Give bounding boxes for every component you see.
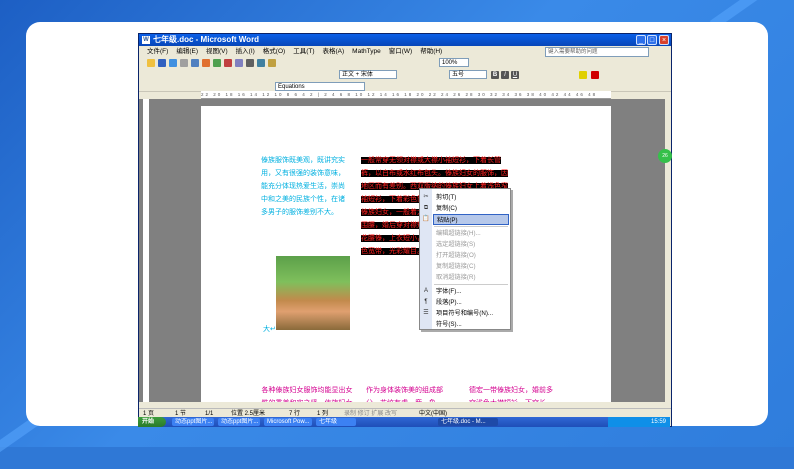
word-app-icon: W xyxy=(142,36,150,44)
vertical-scrollbar[interactable] xyxy=(665,99,671,402)
menu-item[interactable]: 插入(I) xyxy=(236,46,255,57)
menu-item[interactable]: 视图(V) xyxy=(206,46,228,57)
copy-icon: ⧉ xyxy=(423,205,429,211)
font-color-icon[interactable] xyxy=(591,71,599,79)
menu-item[interactable]: 文件(F) xyxy=(147,46,168,57)
menu-item[interactable]: MathType xyxy=(352,46,381,57)
email-icon[interactable] xyxy=(191,59,199,67)
taskbar-item[interactable]: 动态ppt图片... xyxy=(172,418,214,426)
spelling-icon[interactable] xyxy=(224,59,232,67)
context-menu-item[interactable]: 粘贴(P) xyxy=(433,214,509,225)
context-menu-item[interactable]: 选定超链接(S) xyxy=(436,239,510,250)
context-menu-item[interactable]: 复制超链接(C) xyxy=(436,261,510,272)
taskbar: 开始 动态ppt图片... 动态ppt图片... Microsoft Pow..… xyxy=(138,417,670,427)
close-button[interactable]: × xyxy=(659,35,669,45)
system-tray: 15:59 xyxy=(608,417,670,427)
taskbar-item[interactable]: 七年级 xyxy=(316,418,356,426)
context-menu-item[interactable]: 打开超链接(O) xyxy=(436,250,510,261)
save-icon[interactable] xyxy=(169,59,177,67)
bullets-icon: ☰ xyxy=(423,310,429,316)
context-menu-item[interactable]: 符号(S)... xyxy=(436,319,510,330)
paste-icon[interactable] xyxy=(268,59,276,67)
menu-item[interactable]: 窗口(W) xyxy=(389,46,412,57)
print-icon[interactable] xyxy=(202,59,210,67)
equations-select[interactable]: Equations xyxy=(275,82,365,91)
cut-icon: ✂ xyxy=(423,194,429,200)
context-menu: ✂ 剪切(T) ⧉ 复制(C) 📋 粘贴(P) 编辑超链接(H)... 选定超链接(S) 打开超… xyxy=(419,188,511,330)
cut-icon[interactable] xyxy=(246,59,254,67)
minimize-button[interactable]: _ xyxy=(636,35,646,45)
text-column-1[interactable]: 傣族服饰既美观，既讲究实用，又有很强的装饰意味，能充分体现热爱生活，崇尚中和之美… xyxy=(261,154,351,244)
context-menu-item[interactable]: 复制(C) xyxy=(436,203,510,214)
menu-item[interactable]: 编辑(E) xyxy=(176,46,198,57)
menu-item[interactable]: 表格(A) xyxy=(323,46,345,57)
menu-item[interactable]: 帮助(H) xyxy=(420,46,442,57)
style-select[interactable]: 正文 + 宋体 xyxy=(339,70,397,79)
bold-button[interactable]: B xyxy=(491,71,499,79)
print-preview-icon[interactable] xyxy=(213,59,221,67)
copy-icon[interactable] xyxy=(257,59,265,67)
taskbar-item[interactable]: 动态ppt图片... xyxy=(218,418,260,426)
document-page[interactable]: 傣族服饰既美观，既讲究实用，又有很强的装饰意味，能充分体现热爱生活，崇尚中和之美… xyxy=(201,106,611,426)
help-search-input[interactable]: 键入需要帮助的问题 xyxy=(545,47,649,57)
maximize-button[interactable]: □ xyxy=(647,35,657,45)
window-title: 七年级.doc - Microsoft Word xyxy=(153,35,260,44)
context-menu-item[interactable]: 项目符号和编号(N)... xyxy=(436,308,510,319)
italic-button[interactable]: I xyxy=(501,71,509,79)
vertical-ruler xyxy=(143,99,149,402)
taskbar-active-item[interactable]: 七年级.doc - M... xyxy=(438,418,498,426)
paragraph-mark: 大↵ xyxy=(263,326,276,333)
font-size-select[interactable]: 五号 xyxy=(449,70,487,79)
context-menu-item[interactable]: 段落(P)... xyxy=(436,297,510,308)
permission-icon[interactable] xyxy=(180,59,188,67)
paragraph-icon: ¶ xyxy=(424,299,428,305)
menu-separator xyxy=(434,284,508,285)
font-icon: A xyxy=(423,288,428,294)
open-icon[interactable] xyxy=(158,59,166,67)
new-icon[interactable] xyxy=(147,59,155,67)
start-button[interactable]: 开始 xyxy=(138,417,166,427)
dancers-photo xyxy=(276,256,350,330)
horizontal-ruler: 22 20 18 16 14 12 10 8 6 4 2 | 2 4 6 8 1… xyxy=(201,91,611,99)
context-menu-item[interactable]: 字体(F)... xyxy=(436,286,510,297)
highlight-icon[interactable] xyxy=(579,71,587,79)
paste-icon: 📋 xyxy=(422,216,430,222)
menu-item[interactable]: 工具(T) xyxy=(293,46,314,57)
underline-button[interactable]: U xyxy=(511,71,519,79)
taskbar-item[interactable]: Microsoft Pow... xyxy=(264,418,312,426)
zoom-select[interactable]: 100% xyxy=(439,58,469,67)
context-menu-item[interactable]: 剪切(T) xyxy=(436,192,510,203)
clock: 15:59 xyxy=(650,419,666,425)
menu-item[interactable]: 格式(O) xyxy=(263,46,285,57)
context-menu-item[interactable]: 取消超链接(R) xyxy=(436,272,510,283)
green-badge-icon: 26 xyxy=(658,149,672,163)
title-bar: W 七年级.doc - Microsoft Word _ □ × xyxy=(139,34,671,46)
research-icon[interactable] xyxy=(235,59,243,67)
context-menu-item[interactable]: 编辑超链接(H)... xyxy=(436,228,510,239)
menu-separator xyxy=(434,226,508,227)
word-window: W 七年级.doc - Microsoft Word _ □ × 文件(F) 编辑… xyxy=(138,33,672,427)
